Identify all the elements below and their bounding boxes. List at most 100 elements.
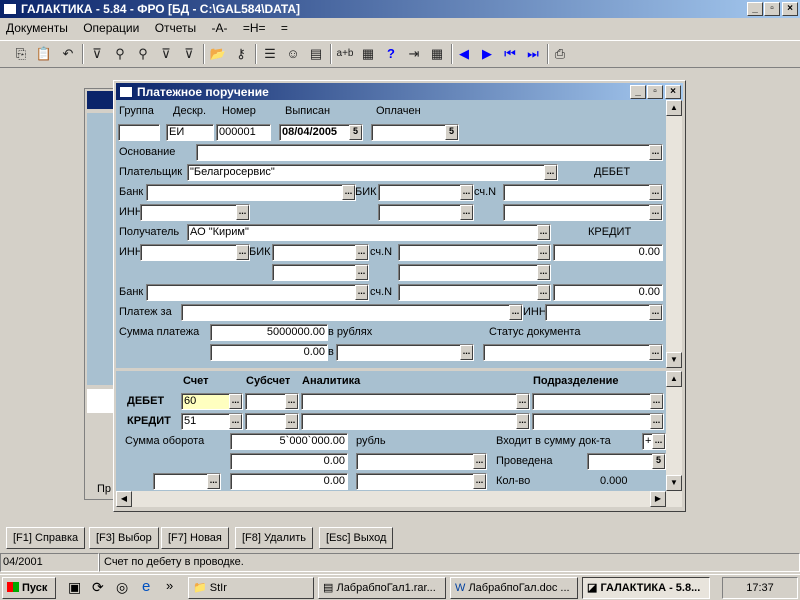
- payment-sum-field[interactable]: 5000000.00: [210, 324, 328, 341]
- recipient-field[interactable]: АО "Кирим"...: [187, 224, 551, 241]
- help-icon[interactable]: ?: [380, 43, 402, 65]
- dialog-close-button[interactable]: ×: [665, 85, 681, 99]
- calendar-icon[interactable]: 5: [445, 125, 458, 140]
- recipient-acc2-field[interactable]: ...: [398, 264, 551, 281]
- open-folder-icon[interactable]: 📂: [207, 43, 229, 65]
- close-button[interactable]: ×: [782, 2, 798, 16]
- credit-subaccount-field[interactable]: ...: [245, 413, 299, 430]
- ellipsis-icon[interactable]: ...: [537, 265, 550, 280]
- menu-documents[interactable]: Документы: [6, 21, 68, 35]
- start-button[interactable]: Пуск: [2, 577, 56, 599]
- print-icon[interactable]: ⎙: [549, 43, 571, 65]
- ellipsis-icon[interactable]: ...: [229, 414, 242, 429]
- turnover-field[interactable]: 5`000`000.00: [230, 433, 348, 450]
- esc-exit-button[interactable]: [Esc] Выход: [319, 527, 394, 549]
- quicklaunch-icon[interactable]: ⟳: [92, 579, 104, 596]
- menu-reports[interactable]: Отчеты: [155, 21, 196, 35]
- paid-date-field[interactable]: 5: [371, 124, 459, 141]
- menu-a[interactable]: -A-: [212, 21, 228, 35]
- list-icon[interactable]: ☰: [259, 43, 281, 65]
- ellipsis-icon[interactable]: ...: [649, 345, 662, 360]
- last-icon[interactable]: ⏭: [522, 43, 544, 65]
- basis-field[interactable]: ...: [196, 144, 663, 161]
- show-desktop-icon[interactable]: ▣: [68, 579, 81, 596]
- dialog-minimize-button[interactable]: _: [630, 85, 646, 99]
- doc-status-field[interactable]: ...: [483, 344, 663, 361]
- find-next-icon[interactable]: ⚲: [132, 43, 154, 65]
- f1-help-button[interactable]: [F1] Справка: [6, 527, 86, 549]
- ellipsis-icon[interactable]: ...: [285, 414, 298, 429]
- filter-remove-icon[interactable]: ⊽: [178, 43, 200, 65]
- payer-inn-field[interactable]: ...: [140, 204, 250, 221]
- menu-h[interactable]: =H=: [243, 21, 266, 35]
- taskbar-item-rar[interactable]: ▤ ЛабрабпоГал1.rar...: [318, 577, 446, 599]
- dialog-maximize-button[interactable]: ▫: [647, 85, 663, 99]
- horizontal-scrollbar[interactable]: ◀ ▶: [116, 491, 682, 507]
- menu-operations[interactable]: Операции: [83, 21, 139, 35]
- f8-delete-button[interactable]: [F8] Удалить: [235, 527, 314, 549]
- ellipsis-icon[interactable]: ...: [649, 145, 662, 160]
- debit-analytics-field[interactable]: ...: [301, 393, 530, 410]
- ellipsis-icon[interactable]: ...: [355, 285, 368, 300]
- ellipsis-icon[interactable]: ...: [460, 185, 473, 200]
- f7-new-button[interactable]: [F7] Новая: [161, 527, 229, 549]
- ellipsis-icon[interactable]: ...: [652, 434, 665, 449]
- ellipsis-icon[interactable]: ...: [537, 285, 550, 300]
- ellipsis-icon[interactable]: ...: [342, 185, 355, 200]
- text-ab-icon[interactable]: a+b: [334, 43, 356, 65]
- ellipsis-icon[interactable]: ...: [355, 245, 368, 260]
- number-field[interactable]: 000001: [216, 124, 271, 141]
- copy-icon[interactable]: ⎘: [10, 43, 32, 65]
- key-icon[interactable]: ⚷: [230, 43, 252, 65]
- credit-amount-field[interactable]: 0.00: [553, 244, 663, 261]
- taskbar-item-doc[interactable]: W ЛабрабпоГал.doc ...: [450, 577, 578, 599]
- scroll-down-icon[interactable]: ▼: [666, 475, 682, 491]
- posted-date-field[interactable]: 5: [587, 453, 666, 470]
- payer-acc-field[interactable]: ...: [503, 184, 663, 201]
- prev-icon[interactable]: ◀: [453, 43, 475, 65]
- credit-amount2-field[interactable]: 0.00: [553, 284, 663, 301]
- ellipsis-icon[interactable]: ...: [649, 185, 662, 200]
- browser-icon[interactable]: e: [142, 578, 150, 595]
- issued-date-field[interactable]: 08/04/2005 5: [279, 124, 363, 141]
- credit-account-field[interactable]: 51...: [181, 413, 243, 430]
- ellipsis-icon[interactable]: ...: [537, 245, 550, 260]
- next-icon[interactable]: ▶: [476, 43, 498, 65]
- amount2-field[interactable]: 0.00: [230, 453, 348, 470]
- filter-find-icon[interactable]: ⊽: [155, 43, 177, 65]
- payment-for-field[interactable]: ...: [181, 304, 523, 321]
- amount3-field[interactable]: 0.00: [230, 473, 348, 490]
- minimize-button[interactable]: _: [747, 2, 763, 16]
- ellipsis-icon[interactable]: ...: [516, 394, 529, 409]
- payer-bik-field[interactable]: ...: [378, 184, 474, 201]
- ellipsis-icon[interactable]: ...: [229, 394, 242, 409]
- grid-icon[interactable]: ▦: [426, 43, 448, 65]
- ellipsis-icon[interactable]: ...: [285, 394, 298, 409]
- payment-inn-field[interactable]: ...: [545, 304, 663, 321]
- ellipsis-icon[interactable]: ...: [355, 265, 368, 280]
- scroll-right-icon[interactable]: ▶: [650, 491, 666, 507]
- scroll-up-icon[interactable]: ▲: [666, 371, 682, 387]
- payer-bank-field[interactable]: ...: [146, 184, 356, 201]
- payer-bik2-field[interactable]: ...: [378, 204, 474, 221]
- currency3-field[interactable]: ...: [356, 473, 487, 490]
- scroll-left-icon[interactable]: ◀: [116, 491, 132, 507]
- ellipsis-icon[interactable]: ...: [650, 414, 663, 429]
- ellipsis-icon[interactable]: ...: [649, 205, 662, 220]
- f3-select-button[interactable]: [F3] Выбор: [89, 527, 159, 549]
- undo-icon[interactable]: ↶: [57, 43, 79, 65]
- included-field[interactable]: +...: [642, 433, 666, 450]
- ellipsis-icon[interactable]: ...: [473, 474, 486, 489]
- ellipsis-icon[interactable]: ...: [649, 305, 662, 320]
- taskbar-item-stlr[interactable]: 📁 StIr: [188, 577, 314, 599]
- calendar-icon[interactable]: 5: [652, 454, 665, 469]
- payer-field[interactable]: "Белагросервис"...: [187, 164, 558, 181]
- recipient-bank-acc-field[interactable]: ...: [398, 284, 551, 301]
- currency-field[interactable]: ...: [336, 344, 474, 361]
- ellipsis-icon[interactable]: ...: [460, 345, 473, 360]
- filter-icon[interactable]: ⊽: [86, 43, 108, 65]
- ellipsis-icon[interactable]: ...: [516, 414, 529, 429]
- payer-acc2-field[interactable]: ...: [503, 204, 663, 221]
- group-field[interactable]: [118, 124, 160, 141]
- ellipsis-icon[interactable]: ...: [207, 474, 220, 489]
